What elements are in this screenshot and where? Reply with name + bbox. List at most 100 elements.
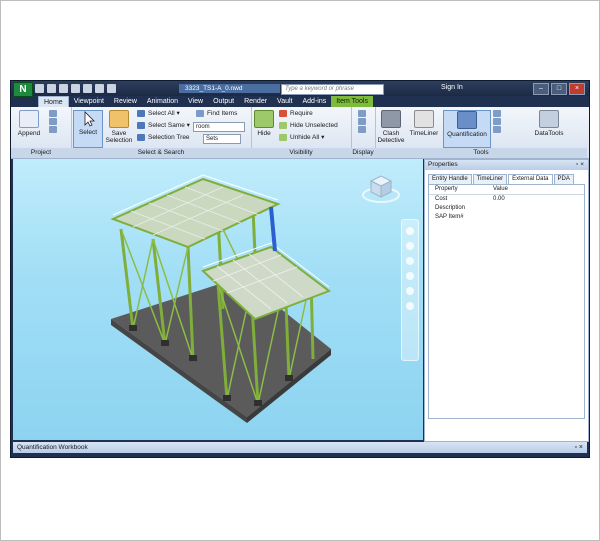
properties-title: Properties ▫ ×: [425, 160, 588, 170]
column-value: Value: [493, 186, 508, 192]
require-button[interactable]: Require: [279, 110, 313, 118]
autodesk-rendering-icon[interactable]: [493, 126, 501, 134]
refresh-icon[interactable]: [49, 110, 57, 117]
new-icon[interactable]: [35, 84, 44, 93]
selected-member[interactable]: [269, 206, 277, 252]
group-project: Append Project: [11, 107, 72, 158]
app-logo-icon[interactable]: N: [13, 82, 33, 97]
datatools-label: DataTools: [534, 130, 564, 137]
close-icon[interactable]: ×: [569, 83, 585, 95]
file-options-icon[interactable]: [49, 126, 57, 134]
quick-properties-icon[interactable]: [358, 118, 366, 126]
group-select-search: Select Save Selection Select All ▾ Selec…: [71, 107, 252, 158]
select-all-button[interactable]: Select All ▾: [137, 110, 180, 118]
redo-icon[interactable]: [95, 84, 104, 93]
tab-entity-handle[interactable]: Entity Handle: [428, 174, 472, 184]
tab-output[interactable]: Output: [208, 96, 239, 107]
group-display: Display: [351, 107, 376, 158]
panel-close-icon[interactable]: ▫ ×: [576, 160, 588, 170]
ribbon-tabs: Home Viewpoint Review Animation View Out…: [11, 96, 589, 107]
tab-animation[interactable]: Animation: [142, 96, 183, 107]
undo-icon[interactable]: [83, 84, 92, 93]
navisworks-window: N 3323_TS1-A_0.nwd Type a keyword or phr…: [10, 80, 590, 458]
clash-detective-button[interactable]: Clash Detective: [377, 110, 405, 144]
tab-render[interactable]: Render: [239, 96, 272, 107]
group-visibility: Hide Require Hide Unselected Unhide All …: [251, 107, 352, 158]
unhide-all-button[interactable]: Unhide All ▾: [279, 134, 324, 142]
hide-icon: [254, 110, 274, 128]
select-same-icon: [137, 122, 145, 129]
group-tools-label: Tools: [375, 148, 587, 158]
datatools-button[interactable]: DataTools: [533, 110, 565, 137]
hide-unselected-button[interactable]: Hide Unselected: [279, 122, 338, 130]
unhide-all-label: Unhide All: [290, 134, 320, 142]
viewcube[interactable]: [361, 167, 401, 207]
quick-access-toolbar: [35, 84, 116, 94]
hide-button[interactable]: Hide: [253, 110, 275, 137]
3d-viewport[interactable]: [13, 159, 423, 440]
tab-external-data[interactable]: External Data: [508, 174, 553, 184]
select-label: Select: [78, 129, 98, 136]
selection-tree-icon: [137, 134, 145, 141]
sign-in-link[interactable]: Sign In: [441, 84, 463, 91]
zoom-icon[interactable]: [406, 257, 414, 265]
maximize-icon[interactable]: □: [551, 83, 567, 95]
tab-vault[interactable]: Vault: [272, 96, 297, 107]
select-all-icon: [137, 110, 145, 117]
select-same-button[interactable]: Select Same ▾: [137, 122, 190, 130]
find-items-label: Find Items: [207, 110, 238, 118]
require-label: Require: [290, 110, 313, 118]
timeliner-button[interactable]: TimeLiner: [409, 110, 439, 137]
walk-icon[interactable]: [406, 302, 414, 310]
properties-icon[interactable]: [358, 126, 366, 134]
properties-tabs: Entity Handle TimeLiner External Data PD…: [425, 174, 588, 184]
ribbon: Append Project Select Save Selection Sel…: [11, 107, 589, 159]
links-icon[interactable]: [358, 110, 366, 117]
tab-timeliner[interactable]: TimeLiner: [472, 174, 508, 184]
open-icon[interactable]: [47, 84, 56, 93]
reset-icon[interactable]: [49, 118, 57, 126]
quantification-label: Quantification: [447, 131, 487, 138]
find-items-button[interactable]: Find Items: [196, 110, 237, 118]
steering-wheel-icon[interactable]: [406, 227, 414, 235]
clash-detective-icon: [381, 110, 401, 128]
table-row[interactable]: Description: [429, 204, 584, 213]
quantification-button[interactable]: Quantification: [443, 110, 491, 148]
quick-find-input[interactable]: room: [193, 122, 245, 132]
tab-view[interactable]: View: [183, 96, 208, 107]
panel-pin-icon[interactable]: ▫ ×: [574, 442, 583, 453]
save-selection-button[interactable]: Save Selection: [104, 110, 134, 144]
search-input[interactable]: Type a keyword or phrase: [281, 84, 384, 95]
hide-label: Hide: [257, 130, 271, 137]
tab-pda[interactable]: PDA: [553, 174, 574, 184]
table-row[interactable]: SAP Item#: [429, 213, 584, 222]
sets-dropdown[interactable]: Sets: [203, 134, 241, 144]
viewcube-icon: [362, 175, 400, 203]
scripter-icon[interactable]: [493, 118, 501, 126]
orbit-icon[interactable]: [406, 272, 414, 280]
tab-review[interactable]: Review: [109, 96, 142, 107]
unhide-all-icon: [279, 134, 287, 141]
table-header: Property Value: [429, 185, 584, 195]
minimize-icon[interactable]: –: [533, 83, 549, 95]
quantification-workbook-panel[interactable]: Quantification Workbook ▫ ×: [13, 442, 587, 453]
select-button[interactable]: Select: [73, 110, 103, 148]
look-icon[interactable]: [406, 287, 414, 295]
property-value: [493, 204, 553, 213]
animator-icon[interactable]: [493, 110, 501, 117]
tab-item-tools[interactable]: Item Tools: [331, 96, 373, 107]
selection-tree-button[interactable]: Selection Tree: [137, 134, 190, 142]
save-icon[interactable]: [59, 84, 68, 93]
append-button[interactable]: Append: [15, 110, 43, 137]
clash-detective-label: Clash Detective: [377, 130, 405, 144]
tab-add-ins[interactable]: Add-ins: [297, 96, 331, 107]
timeliner-label: TimeLiner: [409, 130, 439, 137]
table-row[interactable]: Cost 0.00: [429, 195, 584, 204]
tab-home[interactable]: Home: [38, 96, 69, 107]
select-icon[interactable]: [107, 84, 116, 93]
tab-viewpoint[interactable]: Viewpoint: [69, 96, 109, 107]
property-name: SAP Item#: [435, 214, 464, 220]
print-icon[interactable]: [71, 84, 80, 93]
group-tools: Clash Detective TimeLiner Quantification…: [375, 107, 587, 158]
pan-icon[interactable]: [406, 242, 414, 250]
